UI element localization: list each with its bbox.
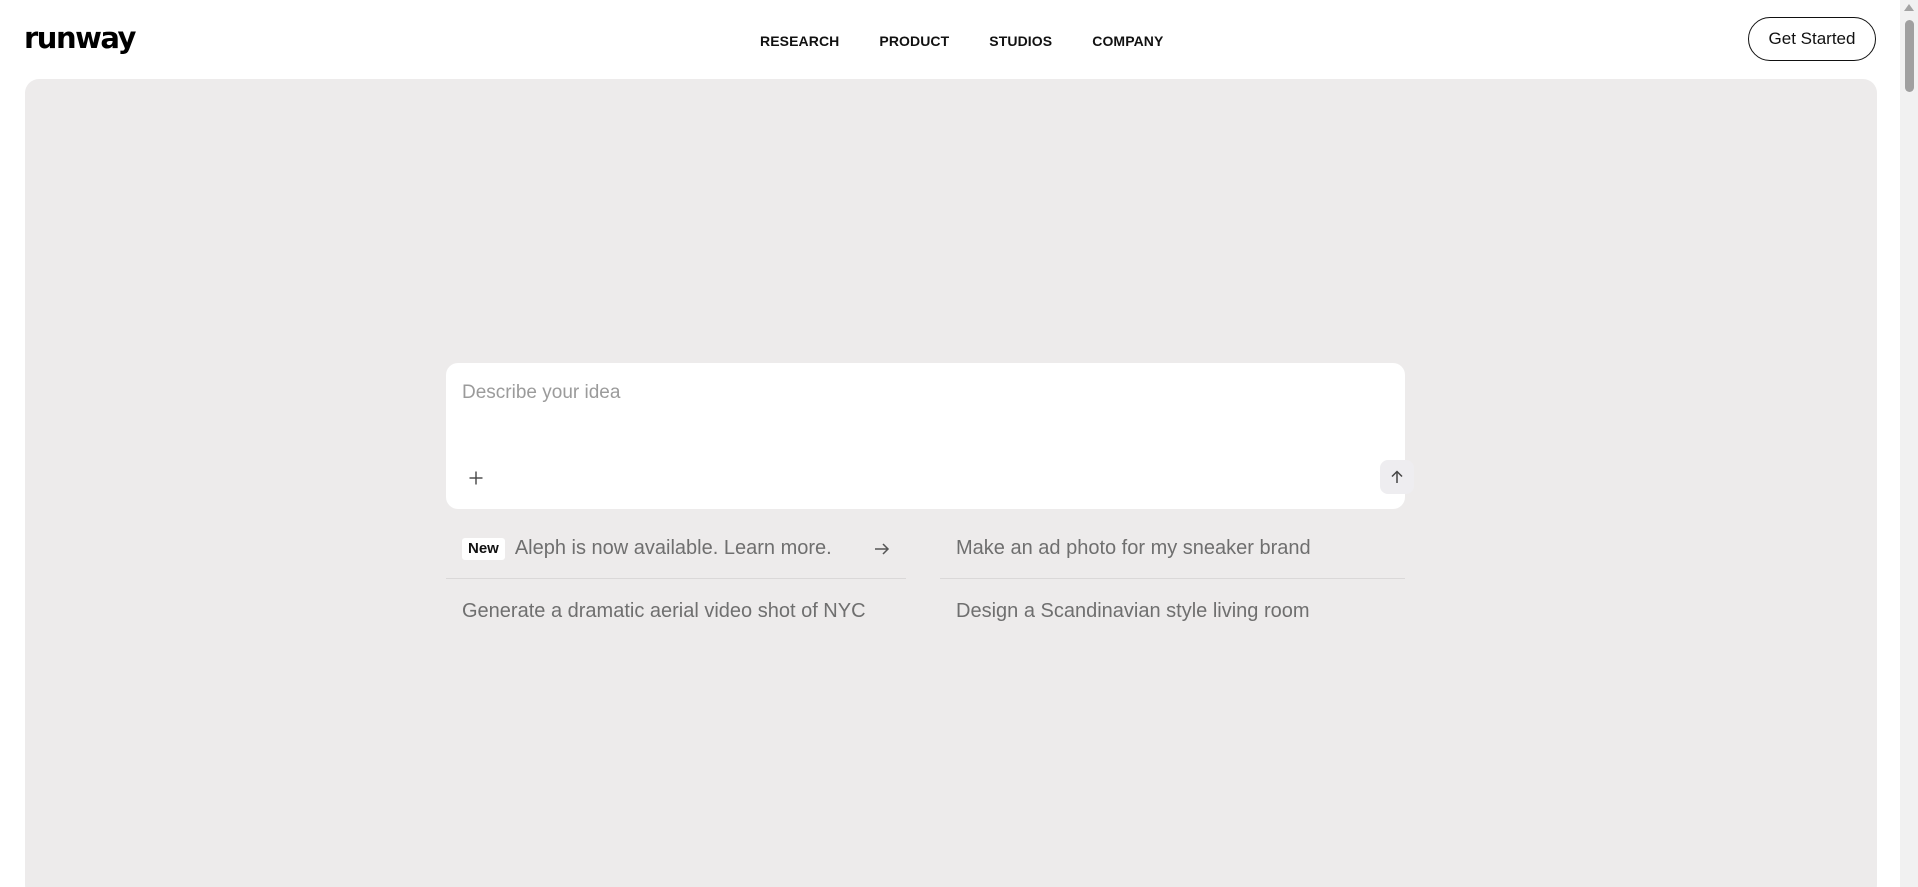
suggestion-text: Generate a dramatic aerial video shot of… [462,599,866,622]
suggestion-text: Make an ad photo for my sneaker brand [956,537,1311,559]
prompt-box [446,363,1414,509]
main-nav: RESEARCH PRODUCT STUDIOS COMPANY [760,28,1163,54]
announcement-text: Aleph is now available. Learn more. [514,537,832,559]
nav-item-research[interactable]: RESEARCH [760,28,839,54]
suggestion-item[interactable]: Generate a dramatic aerial video shot of… [446,581,906,641]
suggestion-item[interactable]: Make an ad photo for my sneaker brand [940,519,1405,579]
new-badge: New [462,537,505,560]
nav-item-company[interactable]: COMPANY [1092,28,1163,54]
nav-item-studios[interactable]: STUDIOS [989,28,1052,54]
suggestion-item[interactable]: Design a Scandinavian style living room [940,581,1405,641]
arrow-right-icon [875,543,890,555]
add-attachment-button[interactable] [464,466,488,490]
submit-button[interactable] [1380,460,1414,494]
scroll-up-arrow-icon[interactable] [1904,4,1914,11]
scrollbar-thumb[interactable] [1905,20,1914,92]
prompt-input[interactable] [462,377,1382,409]
site-header: runway RESEARCH PRODUCT STUDIOS COMPANY … [0,0,1900,78]
announcement-item[interactable]: New Aleph is now available. Learn more. [446,519,906,579]
get-started-button[interactable]: Get Started [1748,17,1876,61]
page: runway RESEARCH PRODUCT STUDIOS COMPANY … [0,0,1918,887]
arrow-up-icon [1391,470,1403,483]
page-scrollbar[interactable] [1900,0,1918,887]
suggestion-text: Design a Scandinavian style living room [956,599,1310,622]
runway-logo[interactable]: runway [24,18,136,58]
plus-icon [469,471,483,485]
nav-item-product[interactable]: PRODUCT [879,28,949,54]
